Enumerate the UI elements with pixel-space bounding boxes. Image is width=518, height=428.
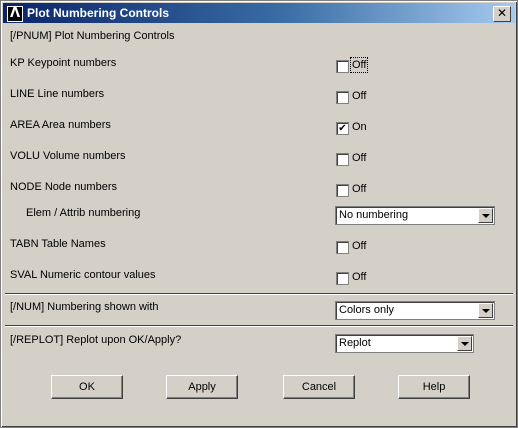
kp-checkbox[interactable]	[336, 60, 349, 73]
cancel-button[interactable]: Cancel	[283, 375, 355, 399]
kp-state: Off	[349, 57, 369, 73]
replot-value: Replot	[339, 337, 371, 349]
line-checkbox[interactable]	[336, 91, 349, 104]
kp-label: KP Keypoint numbers	[10, 57, 117, 69]
chevron-down-icon[interactable]	[457, 336, 472, 351]
volu-label: VOLU Volume numbers	[10, 150, 126, 162]
node-checkbox[interactable]	[336, 184, 349, 197]
sval-state: Off	[352, 271, 367, 283]
replot-select[interactable]: Replot	[335, 334, 474, 353]
window-title: Plot Numbering Controls	[27, 6, 169, 20]
num-select[interactable]: Colors only	[335, 301, 495, 320]
sval-label: SVAL Numeric contour values	[10, 269, 156, 281]
node-state: Off	[352, 183, 367, 195]
tabn-label: TABN Table Names	[10, 238, 106, 250]
sval-checkbox[interactable]	[336, 272, 349, 285]
plot-numbering-dialog: Λ Plot Numbering Controls ✕ [/PNUM] Plot…	[0, 0, 518, 428]
replot-label: [/REPLOT] Replot upon OK/Apply?	[10, 334, 182, 346]
elem-attrib-select[interactable]: No numbering	[335, 206, 495, 225]
volu-state: Off	[352, 152, 367, 164]
help-button[interactable]: Help	[398, 375, 470, 399]
line-state: Off	[352, 90, 367, 102]
area-checkbox[interactable]: ✔	[336, 122, 349, 135]
elem-attrib-value: No numbering	[339, 209, 409, 221]
ok-button[interactable]: OK	[51, 375, 123, 399]
elem-attrib-label: Elem / Attrib numbering	[26, 207, 141, 219]
close-button[interactable]: ✕	[493, 6, 511, 22]
tabn-checkbox[interactable]	[336, 241, 349, 254]
separator	[5, 293, 513, 295]
node-label: NODE Node numbers	[10, 181, 117, 193]
line-label: LINE Line numbers	[10, 88, 105, 100]
chevron-down-icon[interactable]	[478, 208, 493, 223]
ansys-logo-icon: Λ	[7, 6, 23, 22]
title-bar[interactable]: Λ Plot Numbering Controls ✕	[3, 3, 515, 23]
dialog-header: [/PNUM] Plot Numbering Controls	[10, 30, 175, 42]
area-state: On	[352, 121, 367, 133]
tabn-state: Off	[352, 240, 367, 252]
separator	[5, 325, 513, 327]
volu-checkbox[interactable]	[336, 153, 349, 166]
check-mark-icon: ✔	[338, 123, 347, 134]
num-value: Colors only	[339, 304, 395, 316]
chevron-down-icon[interactable]	[478, 303, 493, 318]
num-label: [/NUM] Numbering shown with	[10, 301, 159, 313]
apply-button[interactable]: Apply	[166, 375, 238, 399]
area-label: AREA Area numbers	[10, 119, 111, 131]
